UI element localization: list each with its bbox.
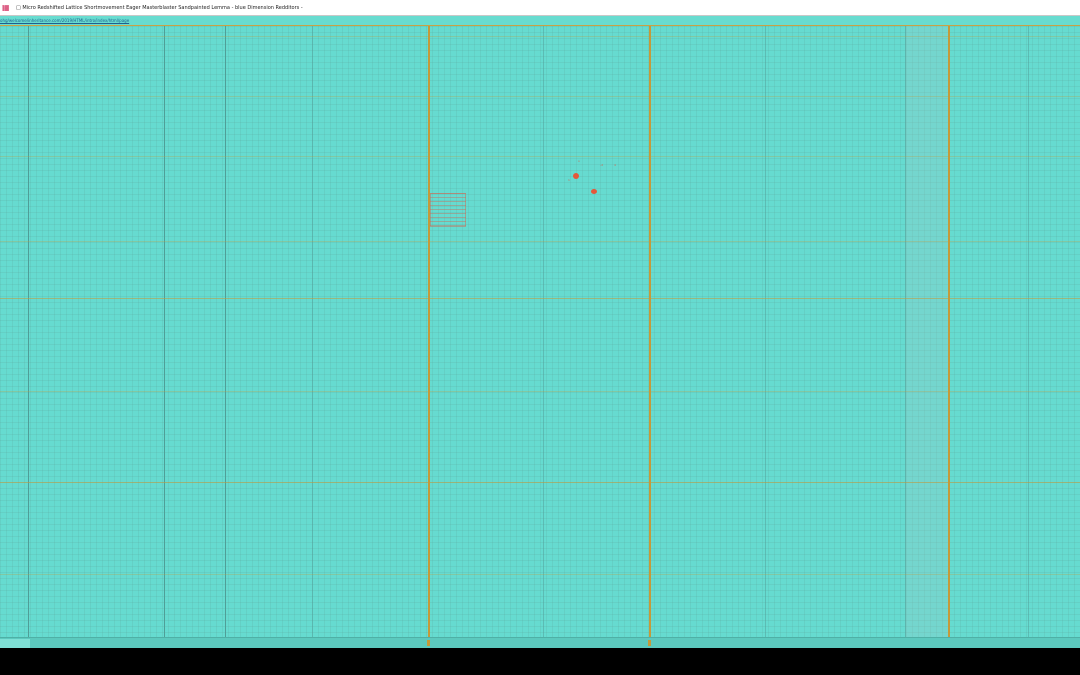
grid-vertical-line — [225, 26, 226, 638]
grid-vertical-line — [312, 26, 313, 638]
grid-vertical-divider[interactable] — [649, 26, 651, 638]
status-marker — [427, 640, 430, 646]
grid-vertical-line — [543, 26, 544, 638]
grid-vertical-line — [28, 26, 29, 638]
grid-horizontal-line — [0, 391, 1080, 392]
grid-vertical-divider[interactable] — [948, 26, 950, 638]
grid-horizontal-divider[interactable] — [0, 482, 1080, 483]
marker-dot[interactable] — [591, 189, 597, 194]
title-bar: ▦ □ Micro Redshifted Lattice Shortmoveme… — [0, 0, 1080, 16]
window-title: □ Micro Redshifted Lattice Shortmovement… — [16, 4, 303, 11]
shaded-column — [905, 26, 949, 638]
grid-horizontal-line — [0, 36, 1080, 37]
app-icon: ▦ — [2, 2, 10, 12]
grid-vertical-line — [765, 26, 766, 638]
grid-vertical-divider[interactable] — [428, 26, 430, 638]
app-window: ▦ □ Micro Redshifted Lattice Shortmoveme… — [0, 0, 1080, 648]
grid-horizontal-line — [0, 96, 1080, 97]
tick-label: o — [578, 159, 580, 163]
grid-vertical-line — [1028, 26, 1029, 638]
grid-horizontal-line — [0, 574, 1080, 575]
marker-dot[interactable] — [573, 173, 579, 179]
address-strip[interactable]: ohg/welcome/inheritance.com/2019/HTML/in… — [0, 16, 1080, 25]
mini-table-widget[interactable] — [430, 193, 466, 227]
tick-label: -d — [600, 163, 603, 167]
grid-canvas[interactable]: o -d 4 1 — [0, 25, 1080, 638]
grid-horizontal-line — [0, 156, 1080, 157]
grid-horizontal-line — [0, 241, 1080, 242]
status-segment[interactable] — [0, 639, 30, 648]
tick-label: 4 — [614, 163, 616, 167]
status-bar — [0, 637, 1080, 648]
grid-vertical-line — [164, 26, 165, 638]
status-marker — [648, 640, 651, 646]
address-link[interactable]: ohg/welcome/inheritance.com/2019/HTML/in… — [0, 18, 129, 23]
grid-horizontal-divider[interactable] — [0, 298, 1080, 299]
tick-label: 1 — [568, 178, 570, 182]
grid-vertical-line — [905, 26, 906, 638]
